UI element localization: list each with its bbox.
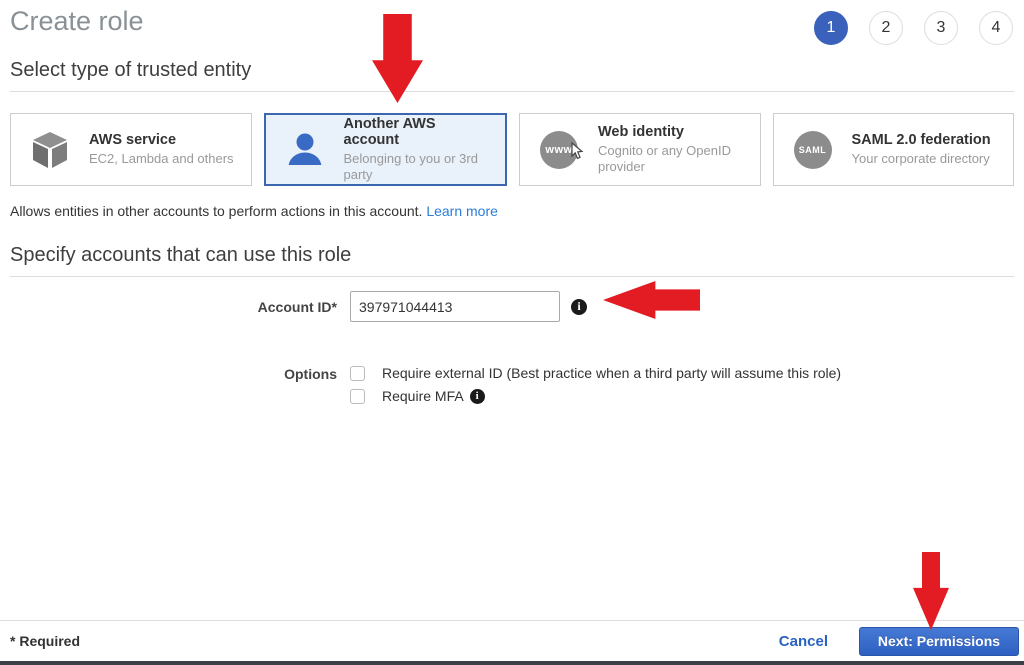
cancel-button[interactable]: Cancel [779, 633, 828, 650]
card-web-identity[interactable]: www Web identity Cognito or any OpenID p… [519, 113, 761, 186]
card-aws-service[interactable]: AWS service EC2, Lambda and others [10, 113, 252, 186]
annotation-arrow-next-button [913, 552, 949, 630]
trusted-entity-heading: Select type of trusted entity [10, 59, 1014, 82]
window-bottom-edge [0, 661, 1024, 665]
card-subtitle: Cognito or any OpenID provider [598, 143, 750, 176]
options-row: Options Require external ID (Best practi… [10, 365, 1014, 404]
card-subtitle: EC2, Lambda and others [89, 151, 234, 167]
card-subtitle: Your corporate directory [852, 151, 991, 167]
step-3-indicator: 3 [924, 11, 958, 45]
next-permissions-button[interactable]: Next: Permissions [859, 627, 1019, 656]
description-text: Allows entities in other accounts to per… [10, 203, 426, 219]
footer: * Required Cancel Next: Permissions [0, 621, 1024, 661]
account-id-input[interactable] [350, 291, 560, 322]
info-icon[interactable]: i [470, 389, 485, 404]
step-1-indicator: 1 [814, 11, 848, 45]
require-external-id-option: Require external ID (Best practice when … [350, 365, 841, 381]
require-mfa-checkbox[interactable] [350, 389, 365, 404]
require-mfa-option: Require MFA i [350, 388, 841, 404]
card-title: AWS service [89, 132, 234, 148]
card-subtitle: Belonging to you or 3rd party [344, 151, 496, 184]
account-id-label: Account ID* [10, 299, 350, 315]
info-icon[interactable]: i [571, 299, 587, 315]
step-2-indicator: 2 [869, 11, 903, 45]
card-title: Another AWS account [344, 116, 496, 148]
learn-more-link[interactable]: Learn more [426, 203, 498, 219]
create-role-page: Create role 1 2 3 4 Select type of trust… [0, 0, 1024, 665]
saml-icon: SAML [794, 131, 832, 169]
require-external-id-checkbox[interactable] [350, 366, 365, 381]
divider [10, 276, 1014, 277]
step-4-indicator: 4 [979, 11, 1013, 45]
require-external-id-label: Require external ID (Best practice when … [382, 365, 841, 381]
aws-cube-icon [11, 129, 89, 171]
trusted-entity-cards: AWS service EC2, Lambda and others Anoth… [10, 113, 1014, 186]
require-mfa-label: Require MFA [382, 388, 464, 404]
account-id-row: Account ID* i [10, 291, 1014, 322]
wizard-step-indicator: 1 2 3 4 [814, 11, 1013, 45]
mouse-cursor-icon [571, 142, 584, 160]
accounts-section-heading: Specify accounts that can use this role [10, 244, 1014, 267]
card-title: SAML 2.0 federation [852, 132, 991, 148]
trusted-entity-description: Allows entities in other accounts to per… [10, 203, 1014, 219]
card-another-aws-account[interactable]: Another AWS account Belonging to you or … [264, 113, 508, 186]
required-note: * Required [10, 633, 80, 649]
card-title: Web identity [598, 124, 750, 140]
user-icon [266, 129, 344, 171]
card-saml-federation[interactable]: SAML SAML 2.0 federation Your corporate … [773, 113, 1015, 186]
divider [10, 91, 1014, 92]
options-label: Options [10, 365, 350, 382]
